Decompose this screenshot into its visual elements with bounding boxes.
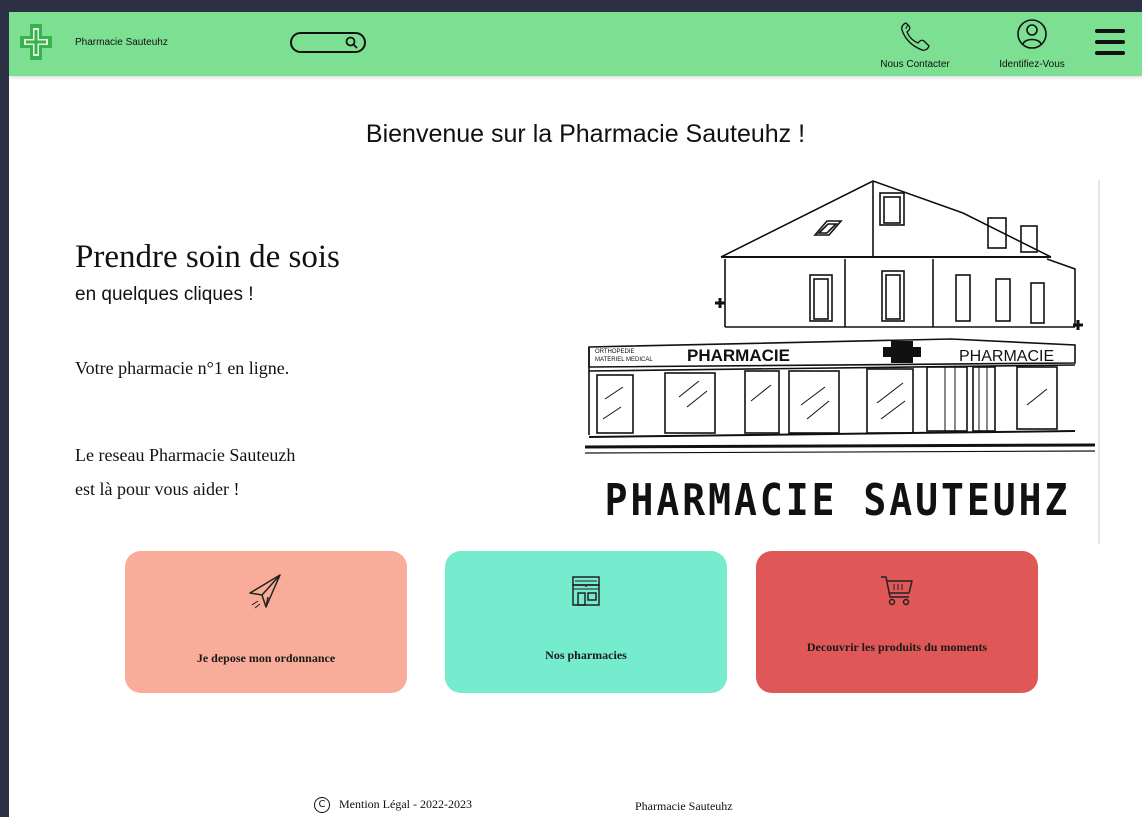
header-bar: Pharmacie Sauteuhz Nous Contacter Identi… bbox=[9, 12, 1142, 76]
footer-legal[interactable]: C Mention Légal - 2022-2023 bbox=[314, 797, 472, 814]
contact-link[interactable]: Nous Contacter bbox=[865, 20, 965, 74]
card-discover-products-label: Decouvrir les produits du moments bbox=[806, 640, 988, 654]
hero-tagline: Votre pharmacie n°1 en ligne. bbox=[75, 358, 290, 378]
page: Pharmacie Sauteuhz Nous Contacter Identi… bbox=[9, 12, 1142, 817]
hero-network-text: Le reseau Pharmacie Sauteuzh est là pour… bbox=[75, 438, 295, 506]
copyright-icon: C bbox=[314, 797, 330, 814]
green-cross-icon[interactable] bbox=[19, 22, 53, 62]
footer-legal-text: Mention Légal - 2022-2023 bbox=[339, 797, 472, 811]
building-caption: PHARMACIE SAUTEUHZ bbox=[604, 474, 1071, 526]
hamburger-menu-icon[interactable] bbox=[1095, 29, 1125, 59]
phone-icon bbox=[901, 22, 930, 51]
sign-left: PHARMACIE bbox=[687, 346, 790, 365]
menu-line bbox=[1095, 51, 1125, 55]
sign-right: PHARMACIE bbox=[959, 348, 1054, 365]
hero-network-line-2: est là pour vous aider ! bbox=[75, 479, 240, 499]
login-link[interactable]: Identifiez-Vous bbox=[982, 18, 1082, 74]
search-input[interactable] bbox=[290, 32, 366, 53]
hero-network-line-1: Le reseau Pharmacie Sauteuzh bbox=[75, 445, 296, 465]
card-upload-prescription[interactable]: Je depose mon ordonnance bbox=[125, 551, 407, 693]
shopping-cart-icon bbox=[881, 576, 913, 606]
footer-brand: Pharmacie Sauteuhz bbox=[635, 799, 733, 813]
menu-line bbox=[1095, 40, 1125, 44]
sign-small-2: MATERIEL MEDICAL bbox=[595, 357, 653, 363]
card-discover-products[interactable]: Decouvrir les produits du moments bbox=[756, 551, 1038, 693]
storefront-icon bbox=[572, 576, 600, 606]
card-upload-prescription-label: Je depose mon ordonnance bbox=[196, 651, 336, 665]
contact-label: Nous Contacter bbox=[880, 59, 950, 70]
card-our-pharmacies-label: Nos pharmacies bbox=[545, 648, 627, 662]
hero-title: Prendre soin de sois bbox=[75, 239, 340, 275]
login-label: Identifiez-Vous bbox=[999, 59, 1065, 70]
sign-small-1: ORTHOPEDIE bbox=[595, 349, 635, 355]
image-edge-divider bbox=[1098, 180, 1100, 544]
card-our-pharmacies[interactable]: Nos pharmacies bbox=[445, 551, 727, 693]
welcome-heading: Bienvenue sur la Pharmacie Sauteuhz ! bbox=[365, 120, 806, 148]
paper-plane-icon bbox=[249, 574, 281, 609]
user-circle-icon bbox=[1017, 19, 1047, 49]
hero-subtitle: en quelques cliques ! bbox=[75, 284, 254, 305]
search-icon[interactable] bbox=[345, 36, 358, 49]
menu-line bbox=[1095, 29, 1125, 33]
brand-name[interactable]: Pharmacie Sauteuhz bbox=[75, 37, 168, 48]
